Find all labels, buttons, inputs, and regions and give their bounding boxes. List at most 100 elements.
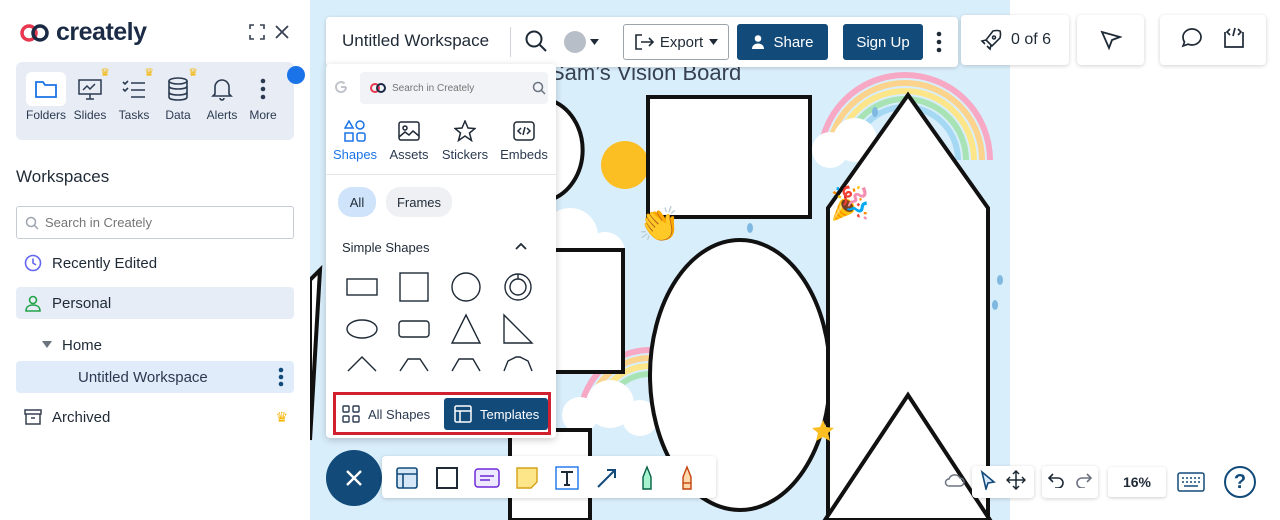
creately-logo[interactable]: creately [18,18,147,47]
chevron-up-icon[interactable] [514,239,528,258]
rectangle-shape[interactable] [342,269,382,305]
personal-item[interactable]: Personal [16,287,294,319]
text-tool-icon[interactable] [554,465,580,491]
connector-arrow-icon[interactable] [594,465,620,491]
archived-item[interactable]: Archived ♛ [16,401,294,433]
tab-embeds-label: Embeds [500,147,548,162]
pan-move-icon[interactable] [1005,469,1027,495]
expand-icon[interactable] [246,21,268,43]
recently-edited-label: Recently Edited [52,254,158,272]
more-vertical-icon[interactable] [278,367,284,391]
sticky-note-icon[interactable] [514,465,540,491]
sun-decoration [601,141,649,189]
rounded-rectangle-shape[interactable] [394,311,434,347]
shapes-panel: Shapes Assets Stickers Embeds All Frames… [326,64,556,438]
pointer-icon[interactable] [980,469,996,495]
tab-assets[interactable]: Assets [381,119,437,162]
share-button[interactable]: Share [737,24,828,60]
close-icon [346,470,362,486]
nav-data[interactable]: ♛ Data [156,68,200,123]
home-folder-item[interactable]: Home [16,329,294,361]
caret-down-icon [709,39,719,45]
nav-alerts-label: Alerts [206,108,238,122]
card-tool-icon[interactable] [474,465,500,491]
history-group [1042,466,1098,498]
highlighter-tool-icon[interactable] [674,465,700,491]
workspace-item-untitled[interactable]: Untitled Workspace [16,361,294,393]
folder-icon [26,72,66,106]
filter-chip-all[interactable]: All [338,187,376,217]
canvas-blank-area[interactable] [1010,0,1280,520]
workspace-search[interactable] [16,206,294,239]
cloud-sync-icon[interactable] [943,470,965,493]
square-shape[interactable] [394,269,434,305]
user-share-icon [752,35,765,49]
embed-code-icon [496,119,552,143]
recently-edited-item[interactable]: Recently Edited [16,247,294,279]
tab-shapes[interactable]: Shapes [327,119,383,162]
search-icon[interactable] [524,29,548,58]
workspace-item-label: Untitled Workspace [78,368,208,386]
rectangle-frame [543,248,625,374]
ellipse-shape[interactable] [342,311,382,347]
redo-icon[interactable] [1075,472,1093,493]
embed-code-icon[interactable] [1222,26,1246,55]
zoom-level[interactable]: 16% [1108,467,1166,497]
workspace-title[interactable]: Untitled Workspace [342,31,489,51]
circle-shape[interactable] [446,269,486,305]
trapezoid-shape[interactable] [446,351,486,373]
right-triangle-shape[interactable] [498,311,538,347]
onboarding-progress[interactable]: 0 of 6 [961,15,1069,65]
rectangle-tool-icon[interactable] [434,465,460,491]
nav-data-label: Data [165,108,191,122]
help-icon[interactable]: ? [1224,466,1256,498]
comment-icon[interactable] [1180,26,1204,55]
hexagon-shape[interactable] [394,351,434,373]
party-popper-sticker: 🎉 [830,185,870,222]
user-icon [25,295,41,312]
export-button[interactable]: Export [623,24,729,60]
pen-tool-icon[interactable] [634,465,660,491]
tab-stickers[interactable]: Stickers [437,119,493,162]
pentagon-shape[interactable] [342,351,382,373]
search-icon [532,81,546,95]
close-icon[interactable] [271,21,293,43]
user-avatar-menu[interactable] [564,31,599,53]
octagon-shape[interactable] [498,351,538,373]
clock-icon [24,254,42,272]
tab-embeds[interactable]: Embeds [496,119,552,162]
template-tool-icon[interactable] [394,465,420,491]
highlight-outline [333,392,551,435]
rectangle-frame [646,95,812,219]
tab-shapes-label: Shapes [332,147,378,162]
nav-folders[interactable]: Folders [24,72,68,122]
more-vertical-icon[interactable] [936,31,942,58]
app-nav: Folders ♛ Slides ♛ Tasks ♛ Data Alerts M… [16,62,294,140]
keyboard-icon[interactable] [1177,472,1205,497]
nav-more-label: More [249,108,277,122]
rocket-icon [980,29,1002,51]
database-icon: ♛ [156,68,200,106]
tab-stickers-label: Stickers [441,147,489,162]
shapes-search-input[interactable] [392,82,522,94]
sign-up-label: Sign Up [856,33,910,51]
cursor-mode-button[interactable] [1077,15,1144,65]
shapes-search[interactable] [360,72,548,104]
triangle-shape[interactable] [446,311,486,347]
export-icon [635,34,654,50]
nav-tasks[interactable]: ♛ Tasks [112,68,156,123]
document-toolbar: Untitled Workspace Export Share Sign Up [326,17,958,67]
sign-up-button[interactable]: Sign Up [843,24,923,60]
workspace-search-input[interactable] [45,215,265,230]
archive-icon [24,409,42,425]
filter-chip-frames[interactable]: Frames [386,187,452,217]
rotate-arrow-shape[interactable] [498,269,538,305]
nav-more[interactable]: More [241,72,285,122]
nav-slides[interactable]: ♛ Slides [68,68,112,123]
home-label: Home [62,336,103,354]
export-label: Export [659,33,704,51]
section-title: Simple Shapes [342,240,430,255]
nav-alerts[interactable]: Alerts [200,72,244,122]
undo-icon[interactable] [1047,472,1065,493]
close-tools-button[interactable] [326,450,382,506]
